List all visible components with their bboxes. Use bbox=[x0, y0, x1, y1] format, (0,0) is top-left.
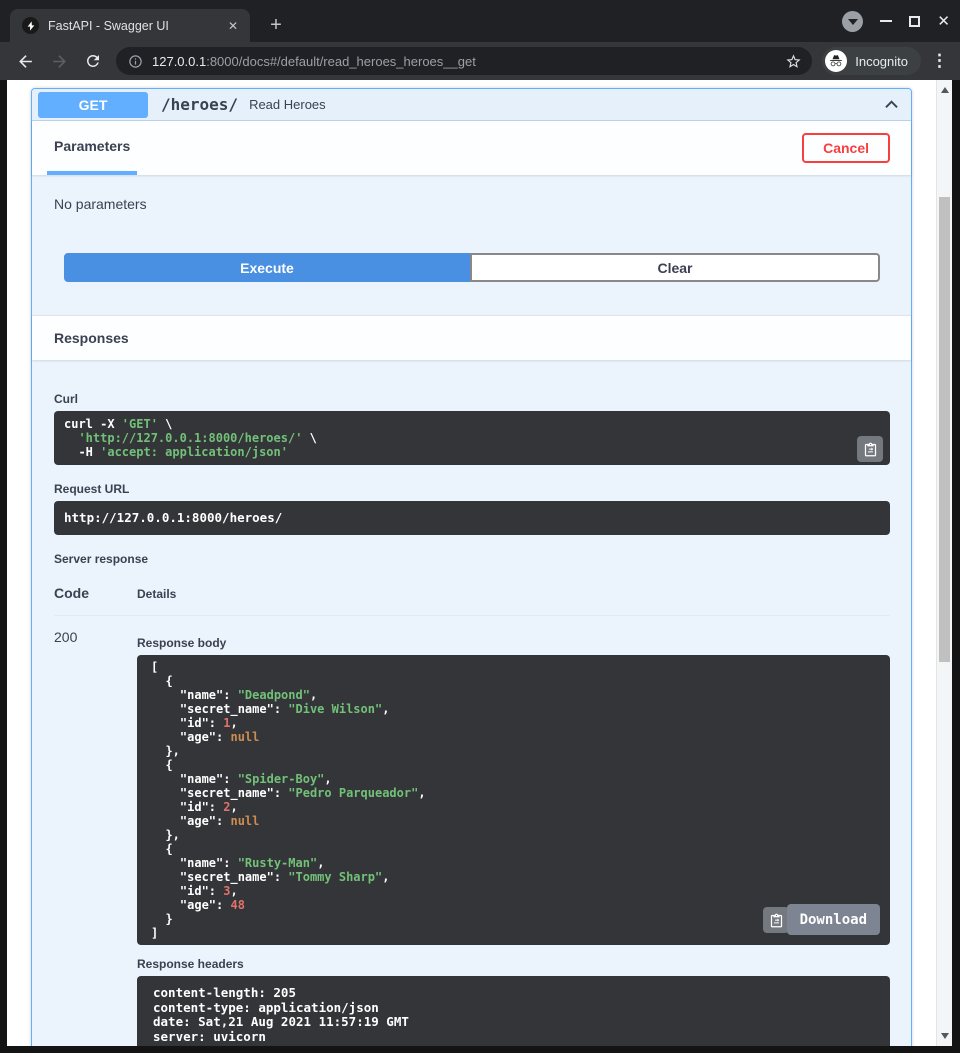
parameters-body: No parameters Execute Clear bbox=[32, 196, 911, 315]
response-row: 200 Response body [ { "name": "Deadpond"… bbox=[54, 627, 890, 1046]
download-button[interactable]: Download bbox=[787, 904, 880, 935]
execute-button[interactable]: Execute bbox=[64, 253, 470, 282]
table-divider bbox=[54, 615, 890, 616]
details-column-header: Details bbox=[137, 587, 176, 601]
response-headers-label: Response headers bbox=[137, 957, 890, 971]
responses-body: Curl curl -X 'GET' \ 'http://127.0.0.1:8… bbox=[32, 360, 911, 1046]
incognito-icon bbox=[825, 50, 847, 72]
response-body-block: [ { "name": "Deadpond", "secret_name": "… bbox=[137, 655, 890, 945]
scrollbar-thumb[interactable] bbox=[939, 197, 950, 662]
scrollbar-up-arrow[interactable] bbox=[937, 82, 953, 98]
content-area: GET /heroes/ Read Heroes Parameters Canc… bbox=[0, 80, 960, 1053]
method-badge: GET bbox=[38, 92, 148, 118]
status-code: 200 bbox=[54, 627, 137, 1046]
response-headers-block: content-length: 205 content-type: applic… bbox=[137, 976, 890, 1046]
browser-window: FastAPI - Swagger UI ✕ + ✕ 127.0.0.1:800… bbox=[0, 0, 960, 1053]
new-tab-button[interactable]: + bbox=[262, 11, 290, 39]
responses-header: Responses bbox=[32, 315, 911, 360]
responses-title: Responses bbox=[54, 330, 129, 346]
maximize-button[interactable] bbox=[909, 16, 920, 27]
page-scrollbar[interactable] bbox=[936, 80, 952, 1046]
tab-parameters[interactable]: Parameters bbox=[47, 121, 137, 175]
cancel-button[interactable]: Cancel bbox=[802, 133, 890, 163]
tab-close-icon[interactable]: ✕ bbox=[224, 17, 242, 35]
curl-code-block: curl -X 'GET' \ 'http://127.0.0.1:8000/h… bbox=[54, 411, 890, 465]
endpoint-path: /heroes/ bbox=[161, 95, 238, 114]
request-url-value: http://127.0.0.1:8000/heroes/ bbox=[64, 511, 880, 525]
execute-row: Execute Clear bbox=[64, 253, 880, 282]
reload-button[interactable] bbox=[76, 46, 110, 76]
url-bar[interactable]: 127.0.0.1:8000/docs#/default/read_heroes… bbox=[116, 47, 812, 75]
request-url-block: http://127.0.0.1:8000/heroes/ bbox=[54, 501, 890, 535]
kebab-menu-icon[interactable]: ⋮ bbox=[931, 51, 948, 71]
response-table-head: Code Details bbox=[54, 585, 890, 601]
response-headers-text: content-length: 205 content-type: applic… bbox=[153, 986, 874, 1044]
operation-block: GET /heroes/ Read Heroes Parameters Canc… bbox=[31, 88, 912, 1046]
minimize-button[interactable] bbox=[880, 20, 892, 22]
incognito-label: Incognito bbox=[855, 54, 908, 69]
browser-update-icon[interactable] bbox=[842, 11, 863, 32]
back-button[interactable] bbox=[8, 46, 42, 76]
url-text[interactable]: 127.0.0.1:8000/docs#/default/read_heroes… bbox=[152, 54, 785, 69]
scrollbar-down-arrow[interactable] bbox=[937, 1028, 953, 1044]
operation-header[interactable]: GET /heroes/ Read Heroes bbox=[32, 89, 911, 121]
request-url-label: Request URL bbox=[54, 482, 890, 496]
url-path: :8000/docs#/default/read_heroes_heroes__… bbox=[206, 54, 476, 69]
parameters-header: Parameters Cancel bbox=[32, 121, 911, 175]
url-host: 127.0.0.1 bbox=[152, 54, 206, 69]
curl-label: Curl bbox=[54, 392, 890, 406]
no-parameters-text: No parameters bbox=[54, 196, 911, 212]
response-body-json: [ { "name": "Deadpond", "secret_name": "… bbox=[151, 660, 880, 940]
swagger-page: GET /heroes/ Read Heroes Parameters Canc… bbox=[7, 80, 936, 1046]
code-column-header: Code bbox=[54, 585, 137, 601]
forward-button[interactable] bbox=[42, 46, 76, 76]
response-details: Response body [ { "name": "Deadpond", "s… bbox=[137, 627, 890, 1046]
window-controls: ✕ bbox=[842, 0, 950, 42]
navigation-toolbar: 127.0.0.1:8000/docs#/default/read_heroes… bbox=[0, 42, 960, 80]
collapse-chevron-icon[interactable] bbox=[882, 95, 901, 114]
tab-title: FastAPI - Swagger UI bbox=[48, 19, 224, 33]
clear-button[interactable]: Clear bbox=[470, 253, 880, 282]
titlebar: FastAPI - Swagger UI ✕ + ✕ bbox=[0, 0, 960, 42]
response-body-label: Response body bbox=[137, 627, 890, 650]
close-button[interactable]: ✕ bbox=[937, 14, 950, 29]
copy-response-button[interactable] bbox=[763, 907, 789, 933]
endpoint-summary: Read Heroes bbox=[249, 97, 326, 112]
bookmark-star-icon[interactable] bbox=[785, 53, 802, 70]
site-info-icon[interactable] bbox=[128, 54, 143, 69]
copy-curl-button[interactable] bbox=[857, 436, 883, 462]
fastapi-favicon-icon bbox=[22, 17, 39, 34]
browser-tab[interactable]: FastAPI - Swagger UI ✕ bbox=[10, 9, 250, 42]
curl-command: curl -X 'GET' \ 'http://127.0.0.1:8000/h… bbox=[64, 417, 880, 459]
server-response-label: Server response bbox=[54, 552, 890, 566]
incognito-badge: Incognito bbox=[822, 47, 921, 75]
